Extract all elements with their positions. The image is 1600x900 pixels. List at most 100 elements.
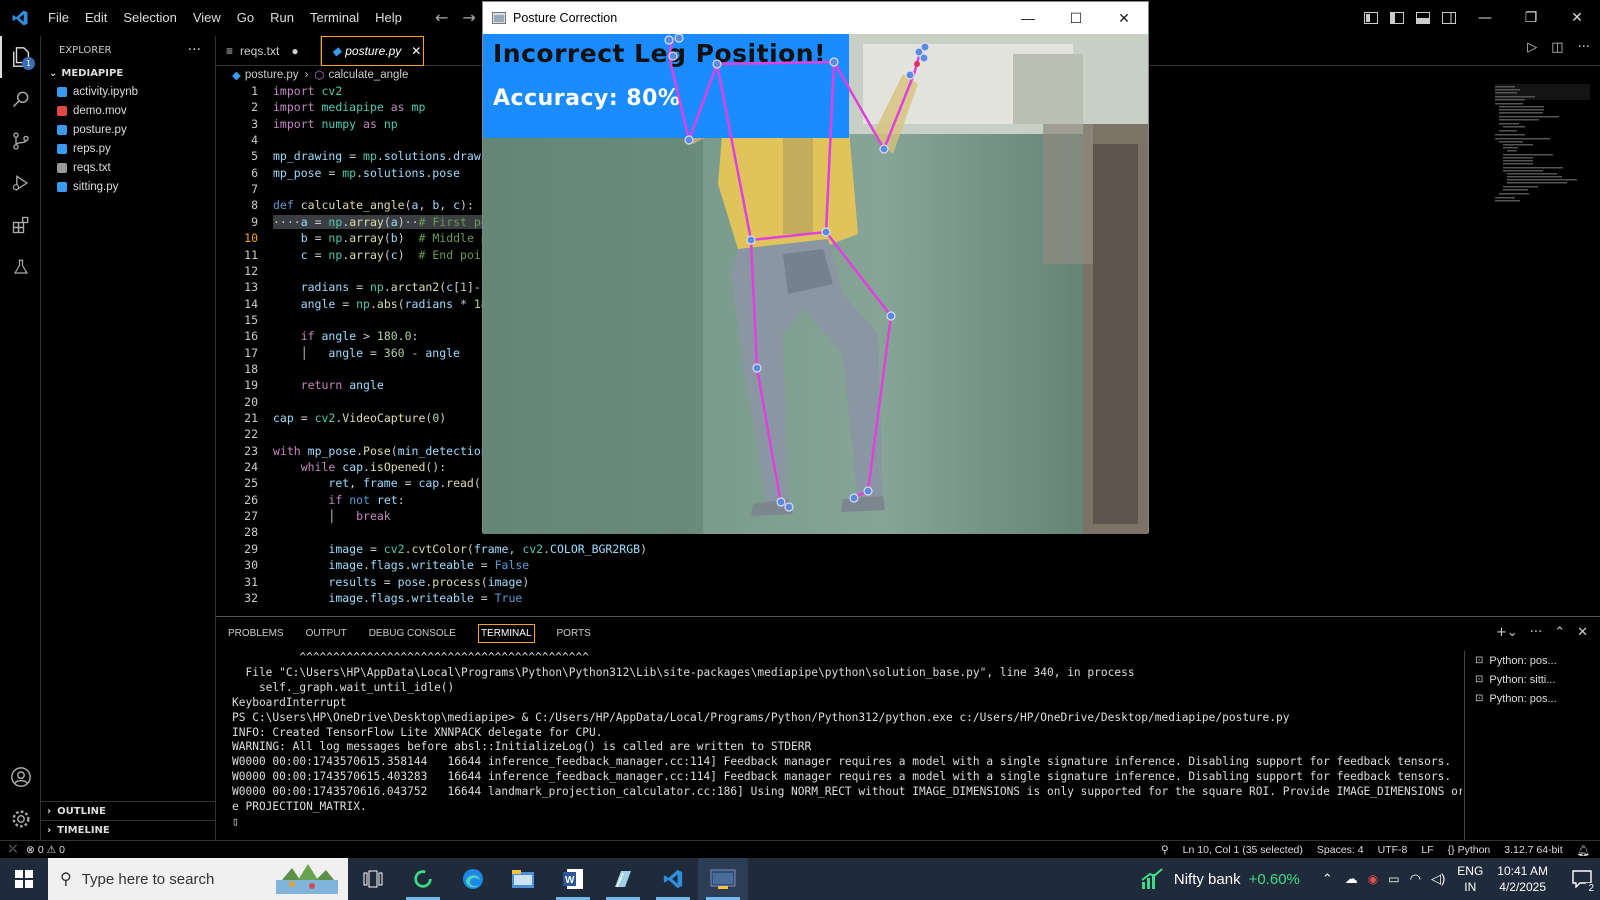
tab-ports[interactable]: PORTS [557,628,591,639]
battery-icon[interactable]: ▭ [1388,872,1399,886]
menu-run[interactable]: Run [262,0,302,36]
minimize-button[interactable]: — [1462,0,1508,36]
file-item[interactable]: activity.ipynb [41,82,215,101]
posture-correction-window[interactable]: Posture Correction — ☐ ✕ Incorrect Leg P… [482,1,1149,534]
terminal-item[interactable]: ⊡ Python: pos... [1465,689,1600,708]
stock-widget[interactable]: Nifty bank +0.60% [1140,868,1300,890]
testing-icon[interactable] [0,246,41,288]
run-debug-icon[interactable] [0,162,41,204]
notification-center-icon[interactable]: 2 [1564,858,1600,900]
edge-browser-icon[interactable] [448,858,498,900]
close-button[interactable]: ✕ [1554,0,1600,36]
code-text: cap = cv2.VideoCapture(0) [273,411,447,425]
file-item[interactable]: demo.mov [41,101,215,120]
encoding[interactable]: UTF-8 [1378,844,1408,856]
language-mode[interactable]: {} Python [1448,844,1491,856]
terminal-item[interactable]: ⊡ Python: sitti... [1465,670,1600,689]
toggle-panel-icon[interactable] [1410,0,1436,36]
breadcrumb-symbol[interactable]: calculate_angle [328,69,408,81]
clock[interactable]: 10:41 AM 4/2/2025 [1497,863,1548,895]
search-icon[interactable] [0,78,41,120]
settings-gear-icon[interactable] [0,798,41,840]
modified-dot-icon[interactable]: ● [291,44,298,58]
maximize-panel-icon[interactable]: ⌃ [1554,625,1565,640]
extensions-icon[interactable] [0,204,41,246]
word-icon[interactable]: W [548,858,598,900]
posture-minimize-button[interactable]: — [1004,2,1052,34]
line-number: 14 [244,296,258,311]
customize-layout-icon[interactable] [1358,0,1384,36]
code-text: with mp_pose.Pose(min_detection [273,443,488,458]
toggle-secondary-sidebar-icon[interactable] [1436,0,1462,36]
code-line[interactable]: 30 image.flags.writeable = False [216,558,1600,574]
restore-button[interactable]: ❐ [1508,0,1554,36]
more-actions-icon[interactable]: ··· [188,42,201,58]
menu-terminal[interactable]: Terminal [302,0,367,36]
terminal-output[interactable]: ^^^^^^^^^^^^^^^^^^^^^^^^^^^^^^^^^^^^^^^^… [232,651,1462,839]
explorer-icon[interactable]: 1 [0,36,41,78]
python-interpreter[interactable]: 3.12.7 64-bit [1504,844,1562,856]
file-item[interactable]: reqs.txt [41,158,215,177]
posture-maximize-button[interactable]: ☐ [1052,2,1100,34]
tab-close-icon[interactable]: ✕ [411,44,421,58]
tab-debug-console[interactable]: DEBUG CONSOLE [369,628,456,639]
menu-selection[interactable]: Selection [115,0,184,36]
tab-posture-py[interactable]: ◆ posture.py ✕ [321,36,424,66]
account-icon[interactable] [0,756,41,798]
code-line[interactable]: 29 image = cv2.cvtColor(frame, cv2.COLOR… [216,542,1600,558]
folder-mediapipe[interactable]: ⌄ MEDIAPIPE [41,64,215,82]
security-icon[interactable]: ◉ [1368,872,1378,886]
panel-more-icon[interactable]: ··· [1530,625,1542,640]
indentation[interactable]: Spaces: 4 [1317,844,1364,856]
taskbar-search[interactable]: ⚲ Type here to search [48,858,348,900]
problems-status[interactable]: ⊗ 0 ⚠ 0 [26,844,65,856]
tab-reqs-txt[interactable]: ≡ reqs.txt ● [216,36,321,66]
menu-edit[interactable]: Edit [77,0,115,36]
forward-arrow-icon[interactable]: → [462,8,475,27]
close-panel-icon[interactable]: ✕ [1577,625,1588,640]
editor-more-icon[interactable]: ··· [1578,40,1590,55]
task-view-icon[interactable] [348,858,398,900]
menu-file[interactable]: File [40,0,77,36]
file-item[interactable]: reps.py [41,139,215,158]
python-window-icon[interactable] [698,858,748,900]
new-terminal-icon[interactable]: +⌄ [1496,625,1518,640]
terminal-item[interactable]: ⊡ Python: pos... [1465,651,1600,670]
tab-problems[interactable]: PROBLEMS [228,628,284,639]
end-of-line[interactable]: LF [1421,844,1433,856]
file-item[interactable]: sitting.py [41,177,215,196]
menu-help[interactable]: Help [367,0,410,36]
language-indicator[interactable]: ENG IN [1457,863,1483,895]
timeline-section[interactable]: › TIMELINE [41,820,215,839]
tab-output[interactable]: OUTPUT [306,628,347,639]
file-explorer-icon[interactable] [498,858,548,900]
notifications-bell-icon[interactable]: 🔔︎ [1577,844,1590,857]
posture-close-button[interactable]: ✕ [1100,2,1148,34]
volume-icon[interactable]: ◁) [1431,871,1445,887]
code-line[interactable]: 31 results = pose.process(image) [216,575,1600,591]
menu-view[interactable]: View [185,0,229,36]
split-editor-icon[interactable]: ◫ [1551,40,1563,55]
menu-go[interactable]: Go [229,0,262,36]
source-control-icon[interactable] [0,120,41,162]
minimap[interactable] [1495,84,1590,214]
onedrive-cloud-icon[interactable]: ☁︎ [1345,871,1358,887]
wifi-icon[interactable]: ◠ [1410,871,1421,887]
notes-app-icon[interactable] [598,858,648,900]
start-button[interactable] [0,858,48,900]
file-item[interactable]: posture.py [41,120,215,139]
taskbar-app-refresh-icon[interactable] [398,858,448,900]
outline-section[interactable]: › OUTLINE [41,801,215,820]
breadcrumb-file[interactable]: posture.py [245,69,299,81]
back-arrow-icon[interactable]: ← [435,8,448,27]
tab-terminal[interactable]: TERMINAL [477,623,535,643]
run-python-file-icon[interactable]: ▷ [1527,40,1537,55]
zoom-search-icon[interactable]: ⚲ [1161,844,1169,856]
code-line[interactable]: 32 image.flags.writeable = True [216,591,1600,607]
posture-window-titlebar[interactable]: Posture Correction — ☐ ✕ [483,2,1148,34]
cursor-position[interactable]: Ln 10, Col 1 (35 selected) [1183,844,1303,856]
vscode-taskbar-icon[interactable] [648,858,698,900]
chevron-up-icon[interactable]: ⌃ [1322,871,1333,887]
remote-icon[interactable]: ⤫ [0,841,26,859]
toggle-sidebar-icon[interactable] [1384,0,1410,36]
